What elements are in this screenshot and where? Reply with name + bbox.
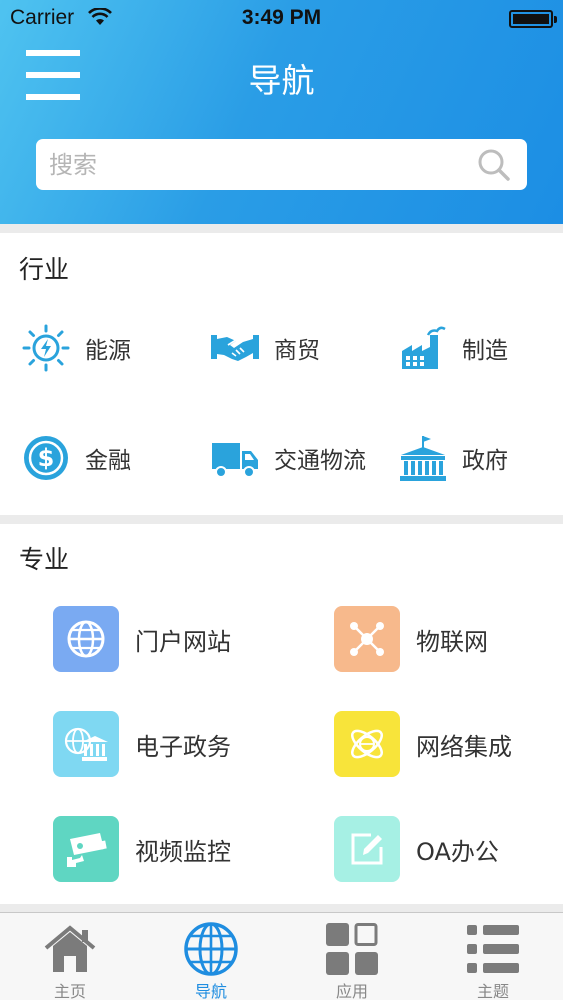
network-icon bbox=[334, 606, 400, 672]
pro-label: 物联网 bbox=[416, 627, 488, 656]
industry-title: 行业 bbox=[19, 255, 70, 284]
clock: 3:49 PM bbox=[241, 6, 322, 29]
pro-label: 网络集成 bbox=[416, 732, 512, 761]
dollar-coin-icon: $ bbox=[21, 433, 71, 483]
list-icon bbox=[465, 921, 521, 977]
pro-item-egov[interactable]: 电子政务 bbox=[53, 711, 231, 777]
apps-grid-icon bbox=[324, 921, 380, 977]
industry-label: 政府 bbox=[462, 448, 508, 474]
integration-icon bbox=[334, 711, 400, 777]
pro-label: 电子政务 bbox=[135, 732, 231, 761]
industry-item-trade[interactable]: 商贸 bbox=[210, 323, 320, 373]
pro-label: OA办公 bbox=[416, 837, 499, 866]
bank-icon bbox=[53, 711, 119, 777]
industry-item-energy[interactable]: 能源 bbox=[21, 323, 131, 373]
tab-label: 主题 bbox=[476, 982, 509, 1000]
battery-icon bbox=[509, 10, 557, 28]
camera-icon bbox=[53, 816, 119, 882]
handshake-icon bbox=[210, 323, 260, 373]
tab-theme[interactable]: 主题 bbox=[423, 913, 563, 1000]
tab-navigation[interactable]: 导航 bbox=[141, 913, 281, 1000]
page-title: 导航 bbox=[248, 61, 315, 100]
industry-section: 行业 能源 商贸 制造 $ 金融 交通物流 政府 bbox=[0, 233, 563, 515]
industry-item-logistics[interactable]: 交通物流 bbox=[210, 433, 366, 483]
tab-label: 导航 bbox=[194, 982, 227, 1000]
globe-icon bbox=[53, 606, 119, 672]
home-icon bbox=[42, 921, 98, 977]
industry-label: 交通物流 bbox=[274, 448, 366, 474]
globe-icon bbox=[183, 921, 239, 977]
tab-home[interactable]: 主页 bbox=[0, 913, 140, 1000]
search-bar[interactable] bbox=[36, 139, 527, 190]
industry-item-manufacturing[interactable]: 制造 bbox=[398, 323, 508, 373]
industry-label: 制造 bbox=[462, 338, 508, 364]
pro-item-portal[interactable]: 门户网站 bbox=[53, 606, 231, 672]
industry-item-finance[interactable]: $ 金融 bbox=[21, 433, 131, 483]
edit-icon bbox=[334, 816, 400, 882]
pro-label: 门户网站 bbox=[135, 627, 231, 656]
truck-icon bbox=[210, 433, 260, 483]
svg-text:$: $ bbox=[38, 444, 55, 472]
pro-label: 视频监控 bbox=[135, 837, 231, 866]
industry-label: 商贸 bbox=[274, 338, 320, 364]
industry-label: 能源 bbox=[85, 338, 131, 364]
pro-item-iot[interactable]: 物联网 bbox=[334, 606, 488, 672]
search-icon[interactable] bbox=[477, 148, 511, 186]
professional-section: 专业 门户网站 物联网 电子政务 网络集成 视频监控 OA办公 bbox=[0, 524, 563, 904]
pro-item-integration[interactable]: 网络集成 bbox=[334, 711, 512, 777]
tab-label: 主页 bbox=[53, 982, 86, 1000]
pro-item-video[interactable]: 视频监控 bbox=[53, 816, 231, 882]
government-building-icon bbox=[398, 433, 448, 483]
pro-item-oa[interactable]: OA办公 bbox=[334, 816, 499, 882]
header: Carrier 3:49 PM 导航 bbox=[0, 0, 563, 224]
tab-bar: 主页 导航 应用 主题 bbox=[0, 912, 563, 1000]
industry-item-government[interactable]: 政府 bbox=[398, 433, 508, 483]
factory-icon bbox=[398, 323, 448, 373]
professional-title: 专业 bbox=[19, 545, 70, 574]
status-bar: Carrier 3:49 PM bbox=[0, 0, 563, 38]
industry-label: 金融 bbox=[85, 448, 131, 474]
tab-apps[interactable]: 应用 bbox=[282, 913, 422, 1000]
tab-label: 应用 bbox=[335, 982, 368, 1000]
search-input[interactable] bbox=[36, 139, 456, 190]
energy-icon bbox=[21, 323, 71, 373]
